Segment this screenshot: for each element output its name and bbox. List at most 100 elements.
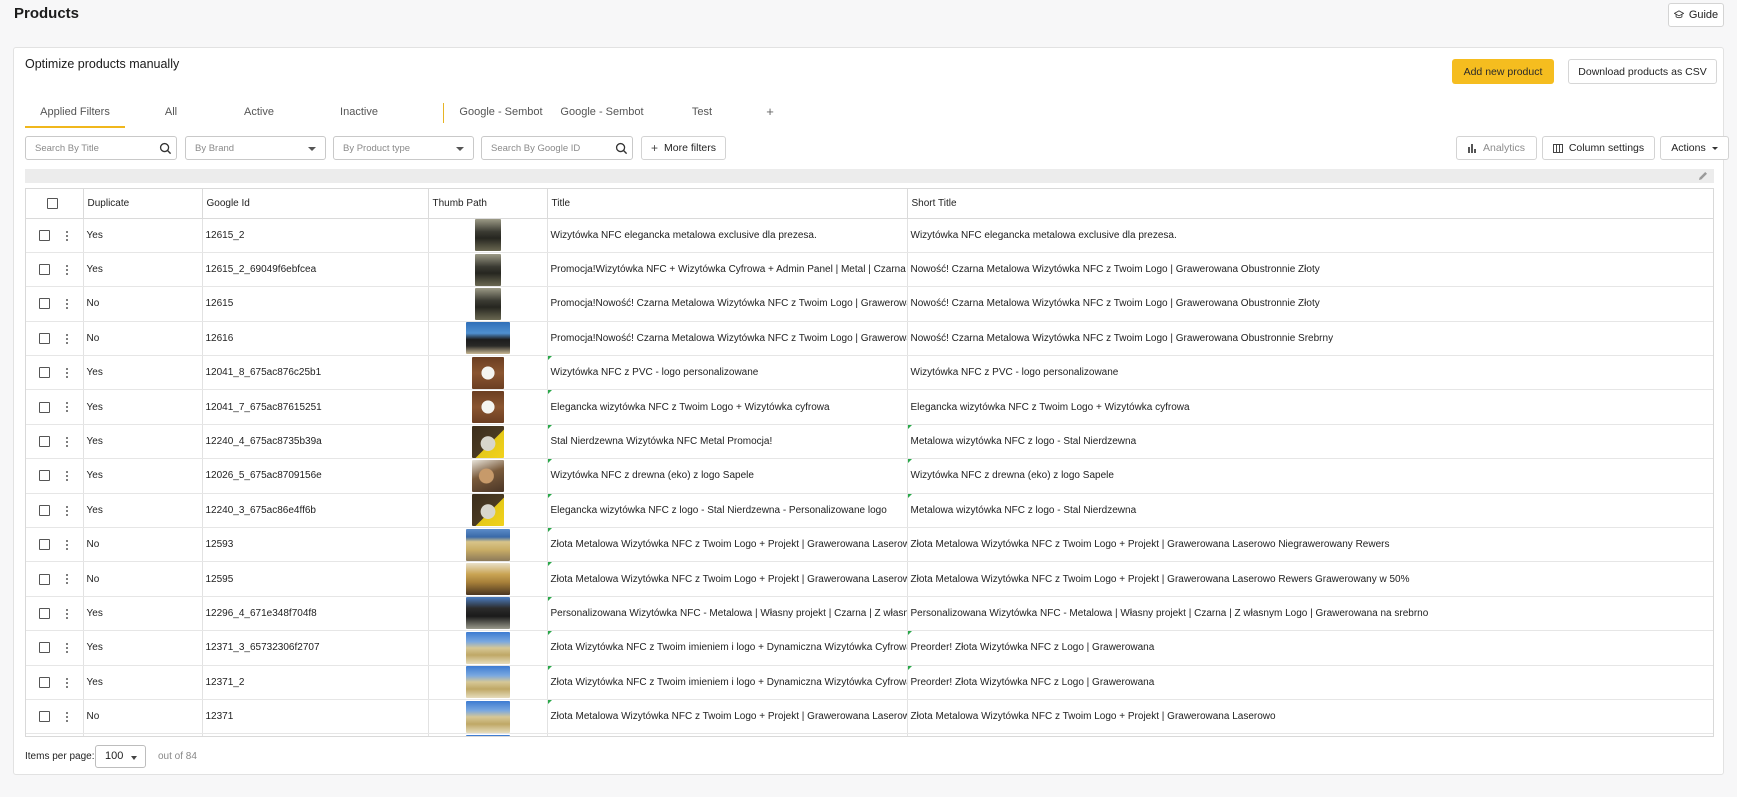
short-title-cell[interactable]: Preorder! Złota Wizytówka NFC z Logo | G… — [907, 665, 1713, 700]
table-row[interactable]: No 12616 Promocja!Nowość! Czarna Metalow… — [26, 321, 1713, 357]
short-title-cell[interactable]: Wizytówka NFC z drewna (eko) z logo Sape… — [907, 458, 1713, 494]
items-per-page-select[interactable]: 100 — [95, 745, 146, 768]
guide-button[interactable]: Guide — [1668, 3, 1724, 27]
tab-google-sembot-2[interactable]: Google - Sembot — [557, 106, 647, 128]
row-menu-icon[interactable] — [66, 643, 68, 654]
row-checkbox[interactable] — [39, 435, 50, 447]
row-menu-icon[interactable] — [66, 540, 68, 551]
column-settings-button[interactable]: Column settings — [1542, 136, 1655, 160]
row-checkbox[interactable] — [39, 711, 50, 723]
table-row[interactable]: No 12595 Złota Metalowa Wizytówka NFC z … — [26, 561, 1713, 597]
tab-applied-filters[interactable]: Applied Filters — [25, 106, 125, 128]
table-row[interactable]: Yes 12296_4_671e348f704f8 Personalizowan… — [26, 596, 1713, 632]
table-row[interactable]: No 12593 Złota Metalowa Wizytówka NFC z … — [26, 527, 1713, 563]
column-header-title[interactable]: Title — [547, 189, 908, 219]
title-cell[interactable]: Złota Wizytówka NFC z Twoim imieniem i l… — [547, 665, 908, 700]
title-cell[interactable]: Złota Wizytówka NFC z Twoim imieniem i l… — [547, 630, 908, 666]
title-cell[interactable] — [547, 733, 908, 736]
table-row[interactable]: No 12615 Promocja!Nowość! Czarna Metalow… — [26, 286, 1713, 322]
download-csv-button[interactable]: Download products as CSV — [1568, 59, 1717, 84]
search-title-input[interactable]: Search By Title — [25, 136, 177, 160]
product-type-select[interactable]: By Product type — [333, 136, 474, 160]
title-cell[interactable]: Złota Metalowa Wizytówka NFC z Twoim Log… — [547, 527, 908, 563]
title-cell[interactable]: Złota Metalowa Wizytówka NFC z Twoim Log… — [547, 699, 908, 735]
table-row[interactable] — [26, 733, 1713, 736]
short-title-cell[interactable]: Elegancka wizytówka NFC z Twoim Logo + W… — [907, 389, 1713, 425]
row-checkbox[interactable] — [39, 573, 50, 585]
title-cell[interactable]: Promocja!Nowość! Czarna Metalowa Wizytów… — [547, 286, 908, 322]
short-title-cell[interactable]: Metalowa wizytówka NFC z logo - Stal Nie… — [907, 424, 1713, 460]
row-checkbox[interactable] — [39, 504, 50, 516]
row-menu-icon[interactable] — [66, 677, 68, 688]
row-menu-icon[interactable] — [66, 368, 68, 379]
column-header-short-title[interactable]: Short Title — [907, 189, 1713, 219]
short-title-cell[interactable]: Nowość! Czarna Metalowa Wizytówka NFC z … — [907, 252, 1713, 288]
column-header-thumb-path[interactable]: Thumb Path — [428, 189, 548, 219]
short-title-cell[interactable]: Wizytówka NFC elegancka metalowa exclusi… — [907, 218, 1713, 253]
actions-button[interactable]: Actions — [1660, 136, 1729, 160]
column-header-google-id[interactable]: Google Id — [202, 189, 429, 219]
pencil-icon[interactable] — [1698, 171, 1708, 181]
title-cell[interactable]: Wizytówka NFC z PVC - logo personalizowa… — [547, 355, 908, 391]
row-checkbox[interactable] — [39, 676, 50, 688]
analytics-button[interactable]: Analytics — [1456, 136, 1537, 160]
tab-google-sembot-1[interactable]: Google - Sembot — [456, 106, 546, 128]
short-title-cell[interactable]: Nowość! Czarna Metalowa Wizytówka NFC z … — [907, 286, 1713, 322]
table-row[interactable]: Yes 12026_5_675ac8709156e Wizytówka NFC … — [26, 458, 1713, 494]
title-cell[interactable]: Elegancka wizytówka NFC z logo - Stal Ni… — [547, 493, 908, 529]
tab-active[interactable]: Active — [229, 106, 289, 128]
table-row[interactable]: Yes 12371_2 Złota Wizytówka NFC z Twoim … — [26, 665, 1713, 700]
brand-select[interactable]: By Brand — [185, 136, 326, 160]
row-menu-icon[interactable] — [66, 230, 68, 241]
search-google-id-input[interactable]: Search By Google ID — [481, 136, 633, 160]
row-checkbox[interactable] — [39, 367, 50, 379]
short-title-cell[interactable]: Nowość! Czarna Metalowa Wizytówka NFC z … — [907, 321, 1713, 357]
tab-test[interactable]: Test — [687, 106, 717, 128]
row-checkbox[interactable] — [39, 470, 50, 482]
table-row[interactable]: Yes 12041_8_675ac876c25b1 Wizytówka NFC … — [26, 355, 1713, 391]
table-row[interactable]: Yes 12615_2_69049f6ebfcea Promocja!Wizyt… — [26, 252, 1713, 288]
short-title-cell[interactable]: Metalowa wizytówka NFC z logo - Stal Nie… — [907, 493, 1713, 529]
short-title-cell[interactable]: Złota Metalowa Wizytówka NFC z Twoim Log… — [907, 699, 1713, 735]
title-cell[interactable]: Stal Nierdzewna Wizytówka NFC Metal Prom… — [547, 424, 908, 460]
column-header-duplicate[interactable]: Duplicate — [83, 189, 203, 219]
tab-all[interactable]: All — [141, 106, 201, 128]
row-menu-icon[interactable] — [66, 505, 68, 516]
row-menu-icon[interactable] — [66, 711, 68, 722]
short-title-cell[interactable] — [907, 733, 1713, 736]
row-checkbox[interactable] — [39, 642, 50, 654]
table-row[interactable]: Yes 12041_7_675ac87615251 Elegancka wizy… — [26, 389, 1713, 425]
more-filters-button[interactable]: + More filters — [641, 136, 726, 160]
title-cell[interactable]: Promocja!Nowość! Czarna Metalowa Wizytów… — [547, 321, 908, 357]
row-checkbox[interactable] — [39, 298, 50, 310]
row-menu-icon[interactable] — [66, 333, 68, 344]
title-cell[interactable]: Wizytówka NFC z drewna (eko) z logo Sape… — [547, 458, 908, 494]
row-menu-icon[interactable] — [66, 402, 68, 413]
tab-inactive[interactable]: Inactive — [329, 106, 389, 128]
short-title-cell[interactable]: Złota Metalowa Wizytówka NFC z Twoim Log… — [907, 527, 1713, 563]
short-title-cell[interactable]: Preorder! Złota Wizytówka NFC z Logo | G… — [907, 630, 1713, 666]
add-new-product-button[interactable]: Add new product — [1452, 59, 1554, 84]
title-cell[interactable]: Wizytówka NFC elegancka metalowa exclusi… — [547, 218, 908, 253]
table-row[interactable]: Yes 12615_2 Wizytówka NFC elegancka meta… — [26, 218, 1713, 253]
row-checkbox[interactable] — [39, 229, 50, 241]
table-row[interactable]: No 12371 Złota Metalowa Wizytówka NFC z … — [26, 699, 1713, 735]
table-row[interactable]: Yes 12371_3_65732306f2707 Złota Wizytówk… — [26, 630, 1713, 666]
short-title-cell[interactable]: Złota Metalowa Wizytówka NFC z Twoim Log… — [907, 561, 1713, 597]
row-checkbox[interactable] — [39, 607, 50, 619]
row-checkbox[interactable] — [39, 401, 50, 413]
row-menu-icon[interactable] — [66, 471, 68, 482]
add-tab-button[interactable]: + — [763, 104, 777, 126]
row-checkbox[interactable] — [39, 264, 50, 276]
title-cell[interactable]: Personalizowana Wizytówka NFC - Metalowa… — [547, 596, 908, 632]
row-checkbox[interactable] — [39, 332, 50, 344]
short-title-cell[interactable]: Wizytówka NFC z PVC - logo personalizowa… — [907, 355, 1713, 391]
select-all-checkbox[interactable] — [47, 197, 58, 209]
title-cell[interactable]: Promocja!Wizytówka NFC + Wizytówka Cyfro… — [547, 252, 908, 288]
title-cell[interactable]: Elegancka wizytówka NFC z Twoim Logo + W… — [547, 389, 908, 425]
row-menu-icon[interactable] — [66, 299, 68, 310]
row-menu-icon[interactable] — [66, 608, 68, 619]
row-menu-icon[interactable] — [66, 436, 68, 447]
title-cell[interactable]: Złota Metalowa Wizytówka NFC z Twoim Log… — [547, 561, 908, 597]
table-row[interactable]: Yes 12240_3_675ac86e4ff6b Elegancka wizy… — [26, 493, 1713, 529]
